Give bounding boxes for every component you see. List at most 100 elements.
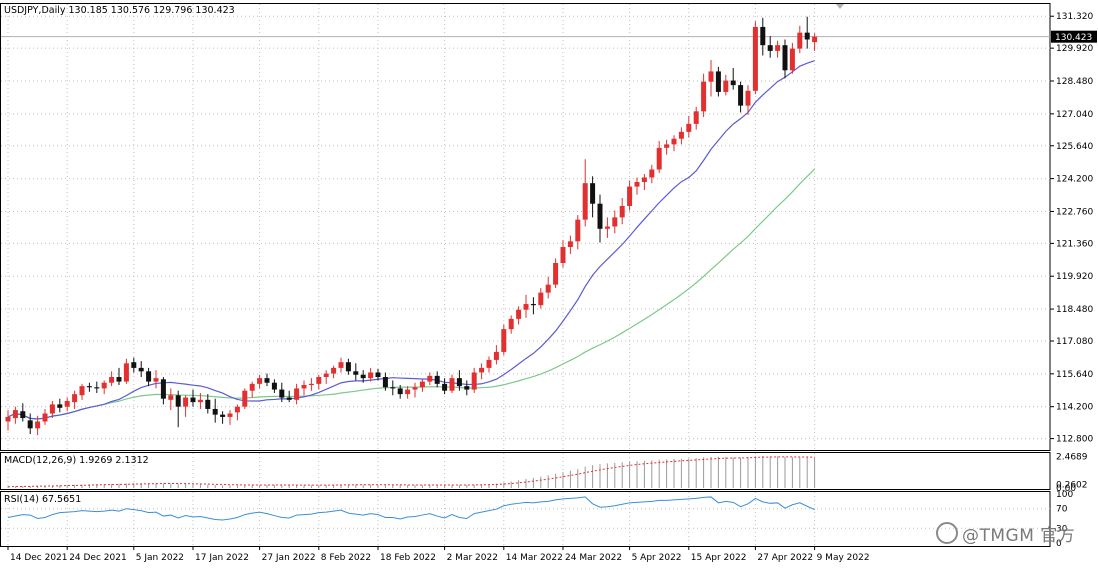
candle-body [634,182,640,187]
candle-body [671,138,677,145]
candle-body [212,408,218,415]
x-tick-label: 5 Apr 2022 [632,553,682,563]
candle-body [279,389,285,398]
x-tick-label: 9 May 2022 [817,553,870,563]
x-tick-label: 14 Mar 2022 [506,553,563,563]
candle-body [678,131,684,139]
candle-body [316,377,322,384]
candle-body [205,399,211,409]
candle-body [449,378,455,391]
macd-y-tick-label: 2.4689 [1056,453,1088,463]
candle-body [708,71,714,82]
candle-body [153,378,159,382]
y-tick-label: 119.920 [1056,272,1093,282]
x-tick-label: 18 Feb 2022 [380,553,436,563]
y-tick-label: 131.320 [1056,12,1093,22]
candle-body [397,388,403,395]
candle-body [442,383,448,391]
candle-body [789,48,795,71]
candle-body [20,411,26,419]
tmgm-logo-icon [936,522,958,544]
y-tick-label: 112.800 [1056,435,1093,445]
y-tick-label: 128.480 [1056,77,1093,87]
x-tick-label: 27 Jan 2022 [262,553,316,563]
x-tick-label: 24 Dec 2021 [69,553,127,563]
candle-body [582,183,588,220]
candle-body [619,205,625,218]
candle-body [434,375,440,384]
candle-body [553,262,559,285]
candle-body [686,123,692,132]
rsi-y-tick-label: 70 [1056,505,1068,515]
candle-body [116,377,122,382]
candle-body [109,377,115,383]
candle-body [5,416,11,422]
candle-body [160,379,166,399]
x-tick-label: 24 Mar 2022 [565,553,622,563]
candle-body [427,375,433,382]
candle-body [197,399,203,403]
candle-body [183,397,189,407]
candle-body [464,386,470,390]
candle-body [301,385,307,389]
x-tick-label: 8 Feb 2022 [321,553,371,563]
candle-body [42,413,48,422]
candle-body [49,404,55,414]
candle-body [294,388,300,400]
chart-canvas: 131.320 129.920 128.480 127.040 125.640 124.2… [0,3,1097,563]
candle-body [501,329,507,352]
candle-body [27,420,33,429]
candle-body [419,381,425,388]
candle-body [775,45,781,51]
candle-body [390,387,396,389]
candle-body [323,373,329,378]
candle-body [234,406,240,413]
candle-body [782,45,788,71]
candle-body [752,26,758,91]
candle-body [271,382,277,390]
watermark: @TMGM 官方 [936,521,1075,546]
candle-body [368,372,374,379]
candle-body [35,421,41,429]
y-tick-label: 115.640 [1056,370,1093,380]
trading-chart: 131.320 129.920 128.480 127.040 125.640 124.2… [0,0,1098,568]
y-tick-label: 129.920 [1056,44,1093,54]
candle-body [456,378,462,387]
y-tick-label: 121.360 [1056,239,1093,249]
candle-body [131,362,137,368]
candle-body [538,292,544,306]
candle-body [701,81,707,112]
rsi-y-tick-label: 100 [1056,490,1073,500]
price-title: USDJPY,Daily 130.185 130.576 129.796 130… [4,5,235,16]
candle-body [64,400,70,407]
candle-body [360,374,366,379]
candle-body [101,382,107,389]
x-tick-label: 2 Mar 2022 [447,553,498,563]
candle-body [94,387,100,389]
candle-body [567,241,573,248]
candle-body [723,80,729,92]
candle-body [656,147,662,170]
x-tick-label: 27 Apr 2022 [757,553,813,563]
candle-body [257,378,263,384]
y-tick-label: 118.480 [1056,305,1093,315]
candle-body [804,32,810,40]
y-tick-label: 125.640 [1056,142,1093,152]
candle-body [760,26,766,46]
candle-body [345,362,351,372]
candle-body [249,383,255,391]
candle-body [190,397,196,403]
x-tick-label: 5 Jan 2022 [136,553,184,563]
candle-body [486,359,492,368]
candle-body [627,186,633,206]
candle-body [767,45,773,51]
candle-body [664,144,670,148]
candle-body [242,390,248,407]
y-tick-label: 124.200 [1056,175,1093,185]
candle-body [168,395,174,400]
candle-body [471,372,477,390]
candle-body [604,226,610,229]
candle-body [375,372,381,378]
x-tick-label: 17 Jan 2022 [195,553,249,563]
candle-body [264,378,270,383]
